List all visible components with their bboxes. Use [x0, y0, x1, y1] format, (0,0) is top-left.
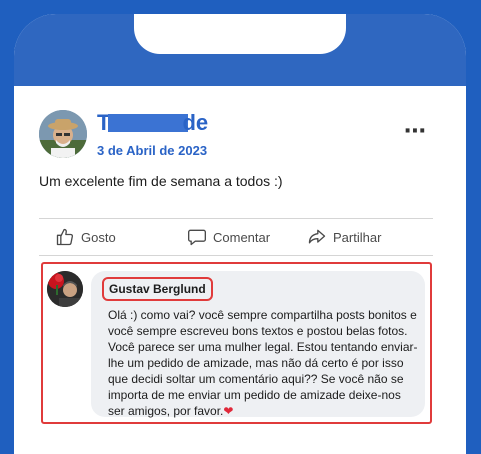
post-actions: Gosto Comentar Partilhar [39, 219, 433, 255]
comment-text: Olá :) como vai? você sempre compartilha… [108, 307, 418, 419]
like-button[interactable]: Gosto [55, 227, 116, 247]
share-arrow-icon [308, 229, 326, 244]
thumbs-up-icon [56, 228, 74, 246]
divider-bottom [39, 255, 433, 256]
more-options-icon[interactable]: ⋯ [404, 118, 427, 144]
comment-highlight-box: Gustav Berglund Olá :) como vai? você se… [41, 262, 432, 424]
share-button[interactable]: Partilhar [307, 227, 381, 247]
commenter-name[interactable]: Gustav Berglund [102, 277, 213, 301]
phone-frame: Tde 3 de Abril de 2023 ⋯ Um excelente fi… [14, 14, 466, 454]
redaction-bar [108, 114, 189, 132]
commenter-avatar[interactable] [47, 271, 83, 307]
comment-label: Comentar [213, 229, 271, 245]
post-date[interactable]: 3 de Abril de 2023 [97, 143, 207, 158]
comment-bubble: Gustav Berglund Olá :) como vai? você se… [91, 271, 425, 419]
author-name-end: de [182, 110, 209, 135]
heart-icon: ❤ [223, 404, 234, 418]
share-label: Partilhar [333, 229, 382, 245]
like-label: Gosto [81, 229, 116, 245]
comment-body: Olá :) como vai? você sempre compartilha… [108, 308, 418, 418]
author-name[interactable]: Tde [97, 110, 208, 136]
phone-notch [134, 14, 346, 54]
author-avatar[interactable] [39, 110, 87, 158]
post-text: Um excelente fim de semana a todos :) [39, 173, 283, 189]
speech-bubble-icon [188, 229, 206, 246]
comment-button[interactable]: Comentar [187, 227, 270, 247]
